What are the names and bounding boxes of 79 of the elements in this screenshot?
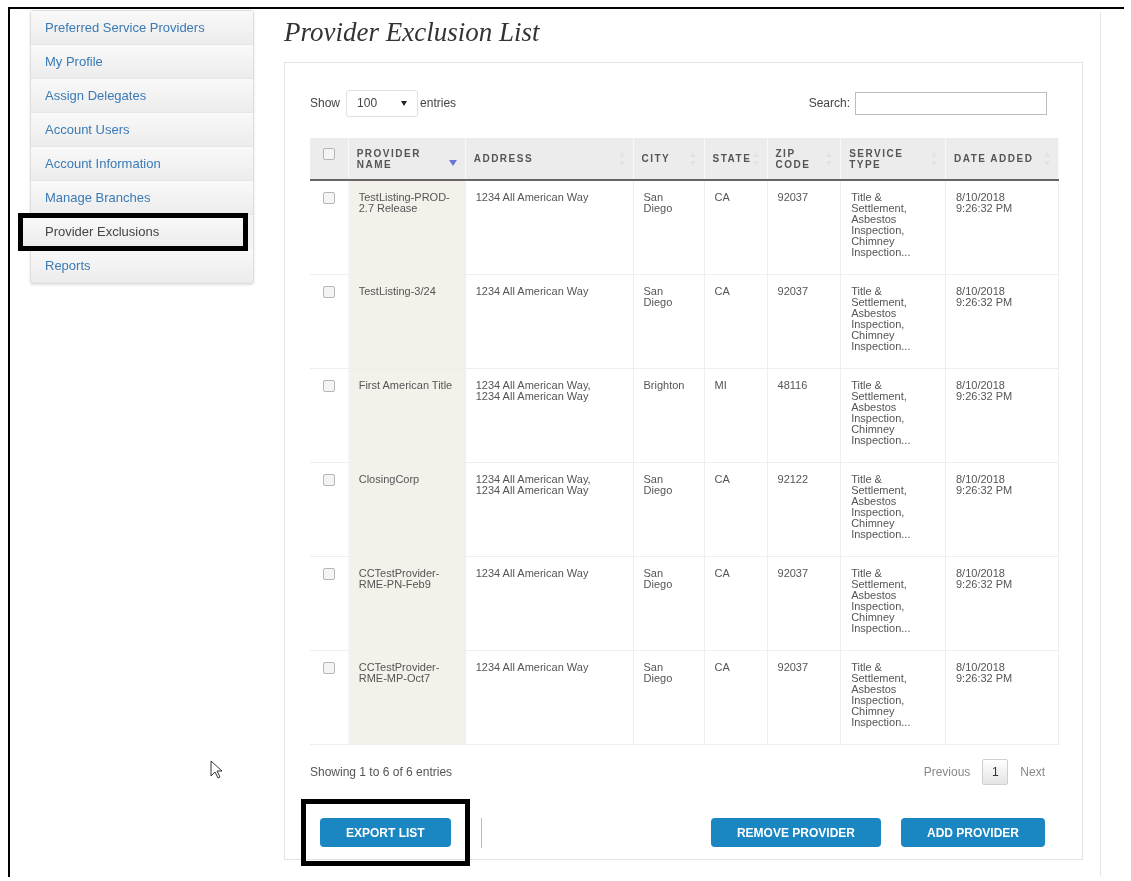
table-cell-text: 8/10/2018 9:26:32 PM [955, 192, 1014, 214]
checkbox[interactable] [322, 192, 335, 204]
sidebar-item[interactable]: Preferred Service Providers [31, 11, 253, 45]
table-cell-text: 1234 All American Way [475, 567, 590, 579]
show-label: Show [310, 95, 341, 112]
action-button[interactable]: EXPORT LIST [320, 818, 451, 847]
table-cell-text: 1234 All American Way [475, 192, 590, 203]
table-cell-text: 92037 [777, 192, 810, 203]
action-button[interactable]: REMOVE PROVIDER [710, 818, 881, 847]
table-cell-text: San Diego [643, 473, 674, 496]
column-header[interactable]: ADDRESS [473, 153, 594, 164]
table-cell-text: San Diego [643, 192, 674, 214]
table-cell-text: 8/10/2018 9:26:32 PM [955, 661, 1014, 684]
column-header[interactable]: DATE ADDED [953, 153, 1044, 164]
table-cell-text: TestListing-3/24 [358, 285, 437, 297]
table-cell-text: 92037 [777, 567, 810, 579]
table-cell-text: 1234 All American Way, 1234 All American Way [475, 379, 592, 402]
action-button[interactable]: ADD PROVIDER [901, 818, 1045, 847]
table-cell-text: 1234 All American Way, 1234 All American Way [475, 473, 592, 496]
sidebar-item[interactable]: Assign Delegates [31, 79, 253, 113]
table-cell-text: Title & Settlement, Asbestos Inspection, Chimney Inspection... [851, 285, 912, 352]
page-length-select[interactable]: 100 [346, 89, 419, 117]
table-cell-text: TestListing-PROD-2.7 Release [358, 192, 451, 214]
table-cell-text: Title & Settlement, Asbestos Inspection, Chimney Inspection... [851, 192, 912, 258]
sidebar-item[interactable]: My Profile [31, 45, 253, 79]
table-cell-text: Title & Settlement, Asbestos Inspection, Chimney Inspection... [851, 379, 912, 446]
column-header[interactable]: PROVIDER NAME [356, 147, 427, 170]
table-cell-text: 92037 [777, 285, 810, 297]
table-cell-text: 8/10/2018 9:26:32 PM [955, 473, 1014, 496]
table-cell-text: ClosingCorp [358, 473, 421, 485]
table-cell-text: Title & Settlement, Asbestos Inspection, Chimney Inspection... [851, 567, 912, 634]
table-cell-text: 92037 [777, 661, 810, 673]
page-title: Provider Exclusion List [284, 16, 541, 49]
table-cell-text: Title & Settlement, Asbestos Inspection, Chimney Inspection... [851, 473, 912, 540]
table-cell-text: San Diego [643, 285, 674, 308]
column-header[interactable]: ZIP CODE [775, 147, 810, 170]
table-cell-text: San Diego [643, 661, 674, 684]
sidebar-item[interactable]: Account Users [31, 113, 253, 147]
entries-info: Showing 1 to 6 of 6 entries [310, 763, 453, 781]
column-header[interactable]: CITY [641, 153, 682, 164]
table-cell-text: CA [714, 192, 731, 203]
table-cell-text: CA [714, 285, 731, 297]
checkbox[interactable] [322, 473, 335, 486]
table-cell-text: 8/10/2018 9:26:32 PM [955, 379, 1014, 402]
table-cell-text: 8/10/2018 9:26:32 PM [955, 567, 1014, 590]
checkbox[interactable] [322, 285, 335, 298]
sidebar-item[interactable]: Provider Exclusions [18, 213, 248, 251]
checkbox[interactable] [322, 661, 335, 674]
column-header[interactable]: STATE [712, 153, 753, 164]
table-cell-text: Title & Settlement, Asbestos Inspection, Chimney Inspection... [851, 661, 912, 728]
table-cell-text: 8/10/2018 9:26:32 PM [955, 285, 1014, 308]
table-cell-text: MI [714, 379, 728, 391]
table-cell-text: CA [714, 473, 731, 485]
search-field[interactable] [855, 91, 1047, 115]
table-cell-text: 1234 All American Way [475, 661, 590, 673]
page-link[interactable]: 1 [982, 758, 1009, 785]
checkbox[interactable] [322, 379, 335, 392]
checkbox[interactable] [322, 148, 335, 160]
previous-link[interactable]: Previous [923, 762, 971, 781]
column-header[interactable]: SERVICE TYPE [849, 147, 910, 170]
table-cell-text: CA [714, 567, 731, 579]
table-cell-text: CA [714, 661, 731, 673]
sidebar-item[interactable]: Manage Branches [31, 181, 253, 215]
mouse-pointer-icon [210, 760, 222, 779]
sidebar-item[interactable]: Account Information [31, 147, 253, 181]
next-link[interactable]: Next [1020, 762, 1045, 781]
table-cell-text: 1234 All American Way [475, 285, 590, 297]
table-cell-text: San Diego [643, 567, 674, 590]
table-cell-text: First American Title [358, 379, 454, 391]
search-label: Search: [808, 95, 850, 112]
table-cell-text: 48116 [777, 379, 809, 391]
entries-label: entries [420, 95, 457, 112]
sidebar-item[interactable]: Reports [31, 249, 253, 283]
table-cell-text: 92122 [777, 473, 810, 485]
table-cell-text: Brighton [643, 379, 686, 391]
dropdown-caret-icon [401, 100, 408, 106]
table-cell-text: CCTestProvider-RME-PN-Feb9 [358, 567, 441, 590]
table-cell-text: CCTestProvider-RME-MP-Oct7 [358, 661, 441, 684]
checkbox[interactable] [322, 567, 335, 580]
